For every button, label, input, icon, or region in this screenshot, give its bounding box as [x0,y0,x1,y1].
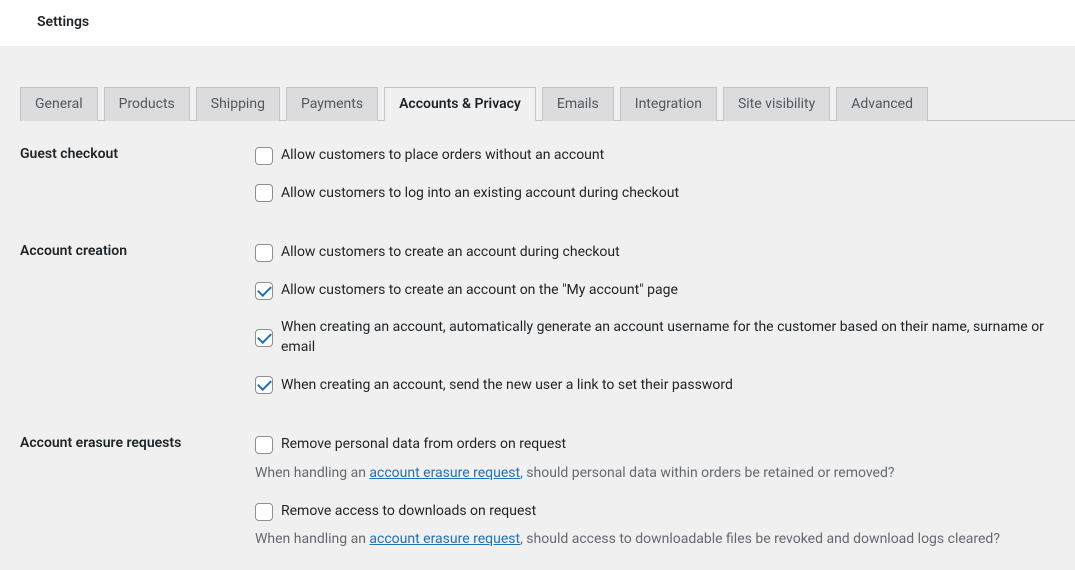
settings-tabs: General Products Shipping Payments Accou… [20,86,1075,121]
checkbox-remove-personal-data[interactable] [255,436,273,454]
option-row: Allow customers to log into an existing … [255,184,1075,204]
checkbox-password-link[interactable] [255,376,273,394]
content-area: General Products Shipping Payments Accou… [0,86,1075,570]
tab-accounts-privacy[interactable]: Accounts & Privacy [384,87,536,121]
checkbox-label[interactable]: Allow customers to create an account on … [281,281,678,301]
tab-emails[interactable]: Emails [542,87,614,121]
option-row: When creating an account, send the new u… [255,376,1075,396]
checkbox-label[interactable]: Remove access to downloads on request [281,502,536,522]
checkbox-label[interactable]: When creating an account, automatically … [281,318,1075,357]
tab-site-visibility[interactable]: Site visibility [723,87,830,121]
tab-integration[interactable]: Integration [620,87,717,121]
option-row: Allow customers to create an account on … [255,281,1075,301]
tab-payments[interactable]: Payments [286,87,378,121]
checkbox-label[interactable]: Allow customers to log into an existing … [281,184,679,204]
checkbox-create-myaccount[interactable] [255,282,273,300]
checkbox-remove-downloads[interactable] [255,503,273,521]
checkbox-label[interactable]: Remove personal data from orders on requ… [281,435,566,455]
page-title: Settings [37,14,89,30]
section-title: Account erasure requests [20,435,255,451]
checkbox-create-checkout[interactable] [255,244,273,262]
settings-form: Guest checkout Allow customers to place … [20,146,1075,550]
page-header: Settings [0,0,1075,46]
option-row: When creating an account, automatically … [255,318,1075,357]
checkbox-login-checkout[interactable] [255,184,273,202]
option-row: Allow customers to place orders without … [255,146,1075,166]
erasure-request-link[interactable]: account erasure request [369,465,520,481]
tab-general[interactable]: General [20,87,98,121]
checkbox-label[interactable]: When creating an account, send the new u… [281,376,733,396]
section-account-creation: Account creation Allow customers to crea… [20,243,1075,395]
option-description: When handling an account erasure request… [255,529,1075,550]
checkbox-auto-username[interactable] [255,329,273,347]
section-title: Account creation [20,243,255,259]
tab-advanced[interactable]: Advanced [836,87,928,121]
erasure-request-link[interactable]: account erasure request [369,531,520,547]
option-row: Remove access to downloads on request [255,502,1075,522]
checkbox-label[interactable]: Allow customers to create an account dur… [281,243,620,263]
section-account-erasure: Account erasure requests Remove personal… [20,435,1075,550]
checkbox-label[interactable]: Allow customers to place orders without … [281,146,604,166]
option-description: When handling an account erasure request… [255,463,1075,484]
tab-shipping[interactable]: Shipping [196,87,280,121]
section-title: Guest checkout [20,146,255,162]
section-guest-checkout: Guest checkout Allow customers to place … [20,146,1075,203]
checkbox-guest-orders[interactable] [255,147,273,165]
option-row: Allow customers to create an account dur… [255,243,1075,263]
tab-products[interactable]: Products [104,87,190,121]
option-row: Remove personal data from orders on requ… [255,435,1075,455]
